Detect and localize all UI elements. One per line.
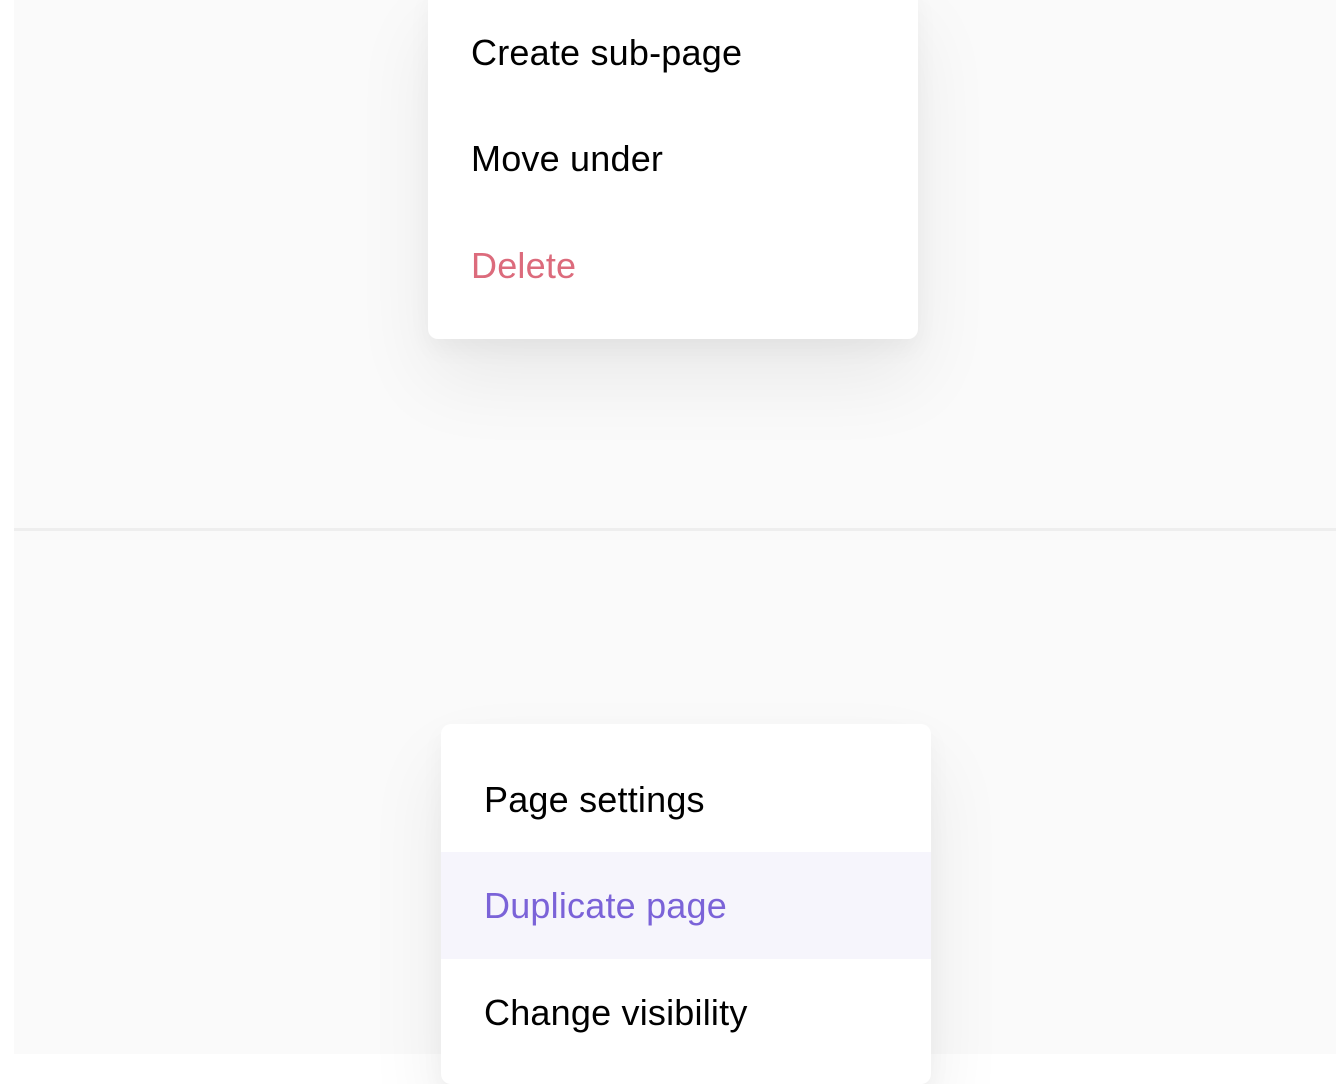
canvas-background: Create sub-page Move under Delete Page s…	[14, 0, 1336, 1084]
menu-item-label: Page settings	[484, 778, 705, 820]
menu-item-delete[interactable]: Delete	[428, 212, 918, 319]
menu-item-label: Move under	[471, 137, 664, 179]
menu-item-label: Change visibility	[484, 991, 748, 1033]
menu-item-label: Duplicate page	[484, 884, 727, 926]
menu-item-duplicate-page[interactable]: Duplicate page	[441, 852, 931, 959]
menu-item-create-sub-page[interactable]: Create sub-page	[428, 0, 918, 106]
menu-item-move-under[interactable]: Move under	[428, 105, 918, 212]
context-menu-top: Create sub-page Move under Delete	[428, 0, 918, 339]
menu-item-change-visibility[interactable]: Change visibility	[441, 959, 931, 1066]
menu-item-page-settings[interactable]: Page settings	[441, 746, 931, 853]
menu-item-label: Create sub-page	[471, 31, 743, 73]
context-menu-bottom: Page settings Duplicate page Change visi…	[441, 724, 931, 1084]
menu-item-label: Delete	[471, 244, 577, 286]
section-divider	[14, 528, 1336, 531]
